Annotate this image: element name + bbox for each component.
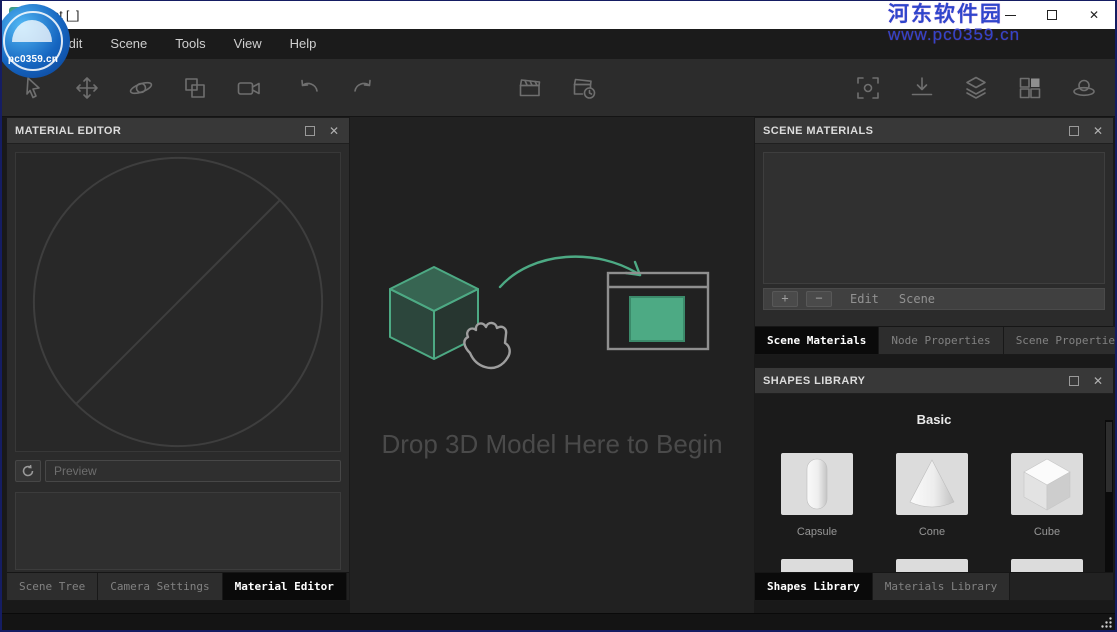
menu-item-view[interactable]: View [220,29,276,59]
tab-materials-library[interactable]: Materials Library [873,573,1011,600]
shape-label: Capsule [797,526,837,538]
move-icon [73,74,101,102]
viewport-drop-zone[interactable]: Drop 3D Model Here to Begin [350,117,754,613]
tab-camera-settings[interactable]: Camera Settings [98,573,222,600]
orbit-tool-button[interactable] [114,65,168,111]
shapes-library-header: SHAPES LIBRARY ✕ [755,368,1113,394]
left-panel-tabs: Scene Tree Camera Settings Material Edit… [7,572,349,600]
tab-shapes-library[interactable]: Shapes Library [755,573,873,600]
shapes-section-title: Basic [755,394,1113,427]
split-view-button[interactable] [1003,65,1057,111]
tab-scene-materials[interactable]: Scene Materials [755,327,879,354]
clapperboard-icon [516,74,544,102]
shape-item-cone[interactable]: Cone [896,453,968,538]
material-preview [15,152,341,452]
main-area: MATERIAL EDITOR ✕ Preview S [2,117,1115,613]
tab-node-properties[interactable]: Node Properties [879,327,1003,354]
render-still-button[interactable] [503,65,557,111]
split-view-icon [1016,74,1044,102]
move-tool-button[interactable] [60,65,114,111]
scene-materials-list[interactable] [763,152,1105,284]
watermark-text: 河东软件园 www.pc0359.cn [888,3,1020,45]
close-panel-icon[interactable]: ✕ [1093,125,1103,137]
panel-title: SCENE MATERIALS [763,125,873,137]
watermark-site-name: 河东软件园 [888,3,1020,26]
frame-selection-button[interactable] [841,65,895,111]
camera-tool-button[interactable] [222,65,276,111]
undo-button[interactable] [282,65,336,111]
watermark-site-url: www.pc0359.cn [888,26,1020,45]
resize-grip[interactable] [1099,615,1113,629]
menu-item-scene[interactable]: Scene [96,29,161,59]
tab-scene-properties[interactable]: Scene Properties [1004,327,1117,354]
capsule-thumbnail [781,453,853,515]
shapes-library-panel: SHAPES LIBRARY ✕ Basic [754,367,1114,601]
close-icon: ✕ [1089,8,1099,22]
drop-to-floor-button[interactable] [895,65,949,111]
float-panel-icon[interactable] [305,126,315,136]
preview-field[interactable]: Preview [45,460,341,482]
panel-title: MATERIAL EDITOR [15,125,121,137]
redo-button[interactable] [336,65,390,111]
cube-thumbnail [1011,453,1083,515]
close-button[interactable]: ✕ [1073,1,1115,29]
tab-scene-tree[interactable]: Scene Tree [7,573,98,600]
layers-button[interactable] [949,65,1003,111]
frame-selection-icon [854,74,882,102]
scene-materials-panel: SCENE MATERIALS ✕ + − Edit Scene Scene M… [754,117,1114,355]
scene-target-button[interactable]: Scene [889,292,945,306]
float-panel-icon[interactable] [1069,376,1079,386]
refresh-preview-button[interactable] [15,460,41,482]
material-list[interactable] [15,492,341,570]
owlet-window: Owlet [_] ✕ pc0359.cn 河东软件园 www.pc0359.c… [0,0,1117,632]
add-material-button[interactable]: + [772,291,798,307]
empty-material-preview-icon [16,153,340,451]
close-panel-icon[interactable]: ✕ [329,125,339,137]
material-editor-panel: MATERIAL EDITOR ✕ Preview S [6,117,350,601]
toolbar [2,59,1115,117]
material-editor-header: MATERIAL EDITOR ✕ [7,118,349,144]
scrollbar-thumb[interactable] [1106,422,1112,492]
redo-icon [349,74,377,102]
drop-illustration [382,245,722,397]
render-animation-button[interactable] [557,65,611,111]
orbit-icon [127,74,155,102]
drop-to-floor-icon [908,74,936,102]
viewport-window-icon [608,273,708,349]
duplicate-icon [181,74,209,102]
scene-materials-toolbar: + − Edit Scene [763,288,1105,310]
camera-icon [235,74,263,102]
edit-material-button[interactable]: Edit [840,292,889,306]
drop-message: Drop 3D Model Here to Begin [381,429,722,460]
tab-material-editor[interactable]: Material Editor [223,573,347,600]
close-panel-icon[interactable]: ✕ [1093,375,1103,387]
clapperboard-clock-icon [570,74,598,102]
hand-icon [464,323,509,368]
scene-materials-header: SCENE MATERIALS ✕ [755,118,1113,144]
turntable-icon [1070,74,1098,102]
remove-material-button[interactable]: − [806,291,832,307]
refresh-icon [21,464,35,478]
scene-panel-tabs: Scene Materials Node Properties Scene Pr… [755,326,1113,354]
shape-item-cube[interactable]: Cube [1011,453,1083,538]
maximize-button[interactable] [1031,1,1073,29]
statusbar [2,613,1115,630]
panel-title: SHAPES LIBRARY [763,375,865,387]
shape-label: Cube [1034,526,1060,538]
maximize-icon [1047,10,1057,20]
menu-item-tools[interactable]: Tools [161,29,219,59]
shapes-scrollbar[interactable] [1105,420,1113,574]
layers-icon [962,74,990,102]
undo-icon [295,74,323,102]
cone-thumbnail [896,453,968,515]
shapes-library-content: Basic Capsule [755,394,1113,574]
menu-item-help[interactable]: Help [276,29,331,59]
library-panel-tabs: Shapes Library Materials Library [755,572,1113,600]
turntable-button[interactable] [1057,65,1111,111]
shape-item-capsule[interactable]: Capsule [781,453,853,538]
duplicate-tool-button[interactable] [168,65,222,111]
float-panel-icon[interactable] [1069,126,1079,136]
shape-label: Cone [919,526,945,538]
